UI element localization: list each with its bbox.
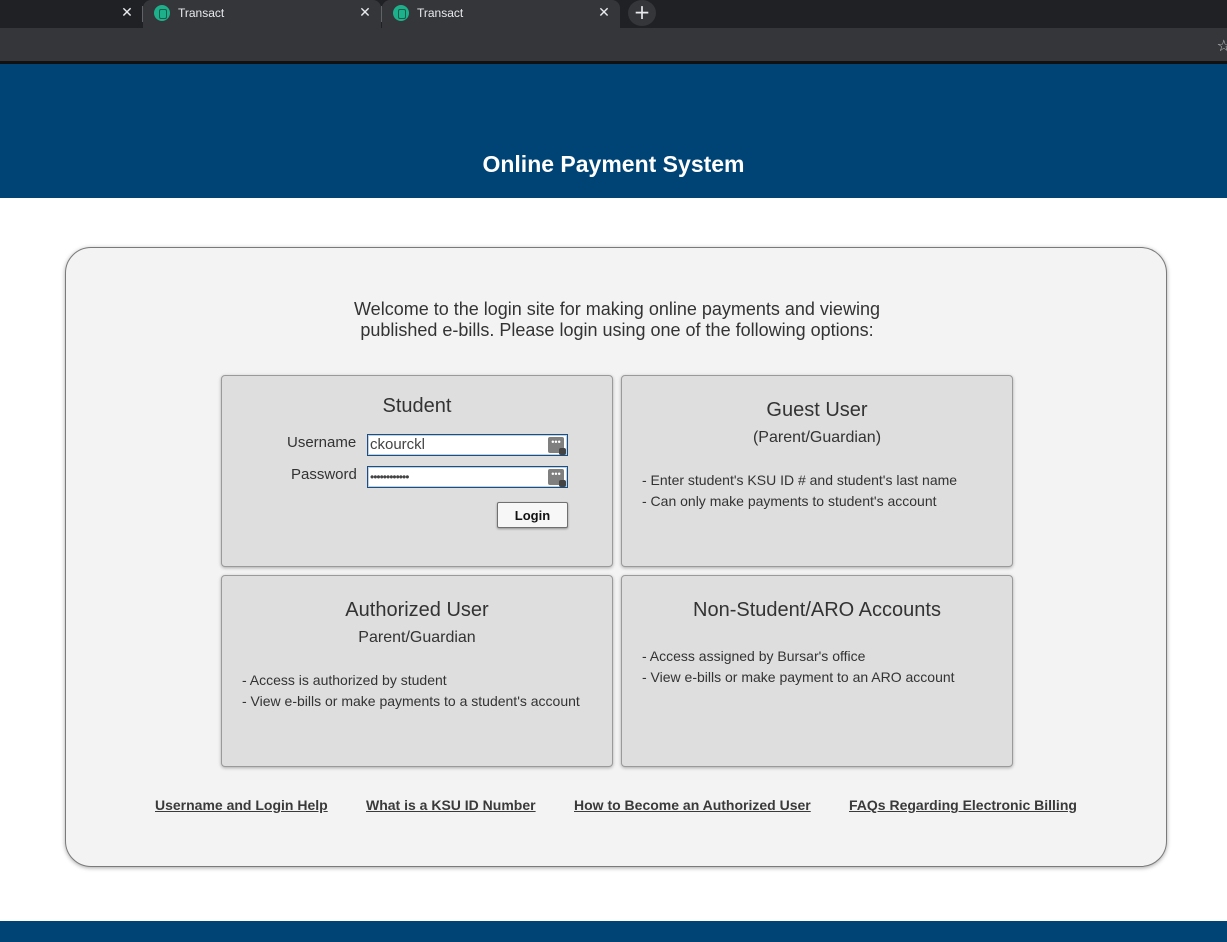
username-field[interactable]: ckourckl ••• [367, 434, 568, 456]
welcome-text: Welcome to the login site for making onl… [66, 299, 1168, 341]
tab-title: Transact [178, 6, 225, 20]
student-heading: Student [382, 395, 452, 417]
username-label: Username [287, 434, 357, 451]
authorized-subheading: Parent/Guardian [358, 629, 476, 646]
page-footer [0, 921, 1227, 942]
guest-heading: Guest User [766, 399, 868, 421]
list-item: - View e-bills or make payments to a stu… [242, 693, 580, 709]
tab-title: Transact [417, 6, 464, 20]
student-login-box: Student Username ckourckl ••• Password •… [221, 375, 613, 567]
password-label: Password [291, 466, 357, 483]
authorized-user-link[interactable]: How to Become an Authorized User [574, 797, 811, 813]
username-value: ckourckl [370, 436, 426, 453]
non-student-heading: Non-Student/ARO Accounts [693, 599, 941, 621]
favicon-icon [393, 5, 409, 21]
close-tab-icon[interactable]: ✕ [118, 4, 136, 22]
list-item: - Access assigned by Bursar's office [642, 648, 866, 664]
list-item: - Access is authorized by student [242, 672, 447, 688]
guest-subheading: (Parent/Guardian) [752, 429, 882, 446]
login-panel: Welcome to the login site for making onl… [65, 247, 1167, 867]
list-item: - Enter student's KSU ID # and student's… [642, 472, 958, 488]
guest-user-box[interactable]: Guest User (Parent/Guardian) - Enter stu… [621, 375, 1013, 567]
welcome-line: Welcome to the login site for making onl… [354, 299, 880, 319]
tab-separator [142, 6, 143, 22]
password-manager-icon[interactable]: ••• [548, 469, 566, 487]
close-tab-icon[interactable]: ✕ [596, 5, 612, 21]
list-item: - View e-bills or make payment to an ARO… [642, 669, 955, 685]
page-header: Online Payment System [0, 64, 1227, 198]
page-title: Online Payment System [482, 151, 745, 177]
non-student-info-list: - Access assigned by Bursar's office - V… [642, 646, 955, 688]
welcome-line: published e-bills. Please login using on… [360, 320, 874, 340]
non-student-aro-box[interactable]: Non-Student/ARO Accounts - Access assign… [621, 575, 1013, 767]
close-tab-icon[interactable]: ✕ [357, 5, 373, 21]
password-field[interactable]: •••••••••••• ••• [367, 466, 568, 488]
password-value: •••••••••••• [370, 470, 409, 484]
browser-tab-bar: ✕ Transact ✕ Transact ✕ + [0, 0, 1227, 28]
help-links: Username and Login Help What is a KSU ID… [66, 797, 1168, 817]
authorized-user-box[interactable]: Authorized User Parent/Guardian - Access… [221, 575, 613, 767]
browser-tab[interactable]: Transact ✕ [381, 0, 620, 28]
browser-toolbar: ☆ [0, 28, 1227, 64]
tab-separator [381, 6, 382, 22]
bookmark-star-icon[interactable]: ☆ [1217, 36, 1227, 55]
authorized-info-list: - Access is authorized by student - View… [242, 670, 580, 712]
guest-info-list: - Enter student's KSU ID # and student's… [642, 470, 957, 512]
login-help-link[interactable]: Username and Login Help [155, 797, 328, 813]
authorized-heading: Authorized User [345, 599, 489, 621]
ksu-id-link[interactable]: What is a KSU ID Number [366, 797, 536, 813]
password-manager-icon[interactable]: ••• [548, 437, 566, 455]
list-item: - Can only make payments to student's ac… [642, 493, 937, 509]
login-button[interactable]: Login [497, 502, 568, 528]
browser-tab[interactable]: Transact ✕ [142, 0, 381, 28]
favicon-icon [154, 5, 170, 21]
new-tab-button[interactable]: + [628, 0, 656, 26]
electronic-billing-faq-link[interactable]: FAQs Regarding Electronic Billing [849, 797, 1077, 813]
